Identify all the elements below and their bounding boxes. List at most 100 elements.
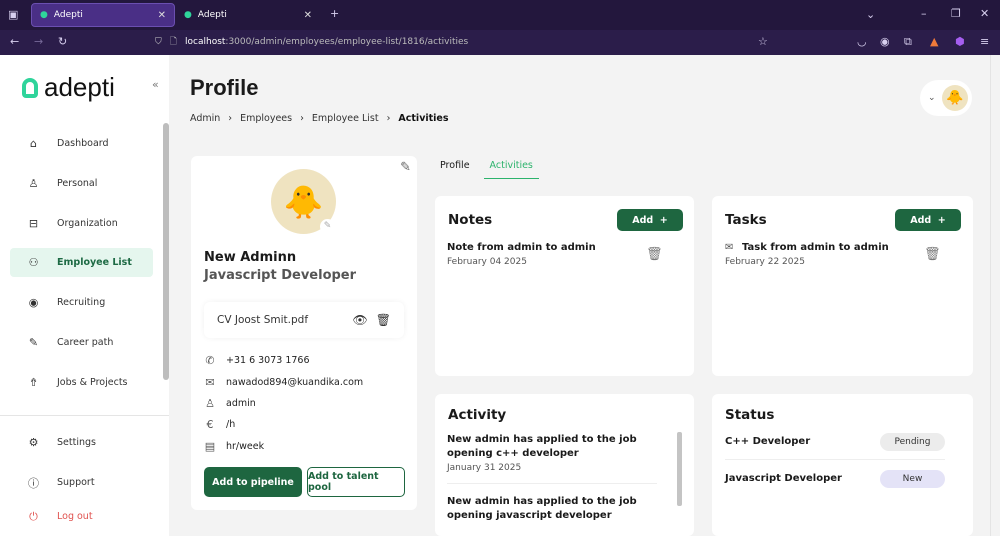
trash-icon[interactable]: 🗑 xyxy=(376,313,391,327)
browser-nav-bar: ← → ↻ ☆ ◡ ◉ ⧉ ▲ ⬢ ≡ xyxy=(0,30,1000,55)
adepti-favicon-icon: ● xyxy=(40,10,48,20)
add-task-button[interactable]: Add + xyxy=(895,209,961,231)
activity-item-date: January 31 2025 xyxy=(447,463,522,473)
extensions-icon[interactable]: ⧉ xyxy=(904,35,912,49)
euro-icon: € xyxy=(206,418,214,431)
hours-value: hr/week xyxy=(226,441,265,452)
reload-icon[interactable]: ↻ xyxy=(58,35,67,48)
username-value: admin xyxy=(226,398,256,409)
tab-activities[interactable]: Activities xyxy=(483,160,539,179)
bookmark-star-icon[interactable]: ☆ xyxy=(758,35,768,48)
restore-icon[interactable]: ❐ xyxy=(951,7,961,20)
status-job: Javascript Developer xyxy=(725,473,842,484)
eye-icon: ◉ xyxy=(28,296,39,309)
breadcrumb: Admin › Employees › Employee List › Activit… xyxy=(190,113,449,124)
sidebar-item-label: Jobs & Projects xyxy=(57,377,128,388)
url-path: :3000/admin/employees/employee-list/1816… xyxy=(225,37,469,47)
breadcrumb-item[interactable]: Employees xyxy=(240,113,292,124)
add-label: Add xyxy=(632,214,654,226)
extension-icon[interactable]: ▲ xyxy=(930,35,938,48)
plus-icon: + xyxy=(937,214,946,226)
cv-filename[interactable]: CV Joost Smit.pdf xyxy=(217,314,308,326)
forward-icon[interactable]: → xyxy=(34,35,43,48)
sidebar-item-label: Personal xyxy=(57,178,98,189)
sidebar-item-dashboard[interactable]: ⌂ Dashboard xyxy=(10,129,153,158)
address-bar[interactable]: ⛉ 🗋 localhost:3000/admin/employees/employe… xyxy=(155,34,468,50)
menu-icon[interactable]: ≡ xyxy=(980,35,989,48)
notes-card: Notes Add + Note from admin to admin Feb… xyxy=(435,196,694,376)
page-title: Profile xyxy=(190,75,259,100)
edit-profile-icon[interactable]: ✎ xyxy=(400,160,411,175)
employee-name: New Adminn xyxy=(204,250,297,265)
mail-icon: ✉ xyxy=(725,242,734,253)
close-window-icon[interactable]: ✕ xyxy=(980,7,989,20)
profile-tabs: Profile Activities xyxy=(440,160,539,179)
tab-profile[interactable]: Profile xyxy=(440,160,470,179)
sidebar-item-label: Organization xyxy=(57,218,118,229)
sidebar-item-label: Recruiting xyxy=(57,297,106,308)
close-tab-icon[interactable]: ✕ xyxy=(158,10,166,21)
sidebar-item-organization[interactable]: ⊟ Organization xyxy=(10,209,153,238)
tab-title: Adepti xyxy=(53,10,83,20)
tasks-card: Tasks Add + ✉ Task from admin to admin F… xyxy=(712,196,973,376)
tab-overview-icon[interactable]: ▣ xyxy=(8,8,18,21)
trash-icon[interactable]: 🗑 xyxy=(646,247,663,262)
pocket-icon[interactable]: ◡ xyxy=(857,35,867,48)
sidebar-item-label: Log out xyxy=(57,511,93,522)
account-icon[interactable]: ◉ xyxy=(880,35,890,48)
minimize-icon[interactable]: – xyxy=(921,7,927,20)
add-to-pipeline-button[interactable]: Add to pipeline xyxy=(204,467,302,497)
tasks-title: Tasks xyxy=(725,212,767,228)
back-icon[interactable]: ← xyxy=(10,35,19,48)
tab-list-icon[interactable]: ⌄ xyxy=(866,8,875,21)
breadcrumb-item[interactable]: Employee List xyxy=(312,113,379,124)
task-title: Task from admin to admin xyxy=(742,242,889,253)
browser-tab[interactable]: ● Adepti ✕ xyxy=(176,3,320,27)
task-date: February 22 2025 xyxy=(725,257,805,267)
sidebar-item-career-path[interactable]: ✎ Career path xyxy=(10,328,153,357)
add-to-talent-pool-button[interactable]: Add to talent pool xyxy=(307,467,405,497)
pen-icon: ✎ xyxy=(28,336,39,349)
sidebar-item-employee-list[interactable]: ⚇ Employee List xyxy=(10,248,153,277)
sidebar-item-personal[interactable]: ♙ Personal xyxy=(10,169,153,198)
sidebar-item-settings[interactable]: ⚙ Settings xyxy=(10,428,153,457)
sidebar-item-recruiting[interactable]: ◉ Recruiting xyxy=(10,288,153,317)
note-title: Note from admin to admin xyxy=(447,242,596,253)
tab-title: Adepti xyxy=(197,10,227,20)
breadcrumb-item[interactable]: Admin xyxy=(190,113,220,124)
browser-tab-bar: ▣ ● Adepti ✕ ● Adepti ✕ + ⌄ – ❐ ✕ xyxy=(0,0,1000,30)
new-tab-icon[interactable]: + xyxy=(330,7,339,20)
page-icon: 🗋 xyxy=(169,37,178,47)
users-icon: ⚇ xyxy=(28,256,39,269)
status-card: Status C++ Developer Pending Javascript … xyxy=(712,394,973,536)
view-eye-icon[interactable]: 👁 xyxy=(353,313,368,327)
note-date: February 04 2025 xyxy=(447,257,527,267)
phone-icon: ✆ xyxy=(205,354,215,367)
status-title: Status xyxy=(725,407,775,423)
sidebar-scrollbar[interactable] xyxy=(163,123,169,380)
trash-icon[interactable]: 🗑 xyxy=(924,247,941,262)
browser-tab[interactable]: ● Adepti ✕ xyxy=(31,3,175,27)
extension-icon[interactable]: ⬢ xyxy=(955,35,965,48)
sidebar-item-label: Support xyxy=(57,477,95,488)
sidebar-item-label: Dashboard xyxy=(57,138,109,149)
briefcase-icon: ⊟ xyxy=(28,217,39,230)
phone-value: +31 6 3073 1766 xyxy=(226,355,310,366)
edit-avatar-icon[interactable]: ✎ xyxy=(320,219,335,234)
page-scrollbar[interactable] xyxy=(990,55,1000,536)
close-tab-icon[interactable]: ✕ xyxy=(304,10,312,21)
sidebar-item-jobs-projects[interactable]: ⇮ Jobs & Projects xyxy=(10,368,153,397)
add-note-button[interactable]: Add + xyxy=(617,209,683,231)
activity-title: Activity xyxy=(448,407,507,423)
user-menu-button[interactable]: ⌄ 🐥 xyxy=(920,80,972,116)
url-host: localhost xyxy=(185,37,226,47)
activity-item-text: New admin has applied to the job opening… xyxy=(447,434,637,459)
activity-card: Activity New admin has applied to the jo… xyxy=(435,394,694,536)
sidebar-item-support[interactable]: ⓘ Support xyxy=(10,468,153,497)
adepti-favicon-icon: ● xyxy=(184,10,192,20)
collapse-sidebar-icon[interactable]: « xyxy=(152,78,159,91)
activity-scrollbar[interactable] xyxy=(677,432,682,506)
adepti-logo-icon xyxy=(22,77,38,98)
power-icon: ⏻ xyxy=(29,509,38,523)
sidebar-item-logout[interactable]: ⏻ Log out xyxy=(10,502,153,531)
